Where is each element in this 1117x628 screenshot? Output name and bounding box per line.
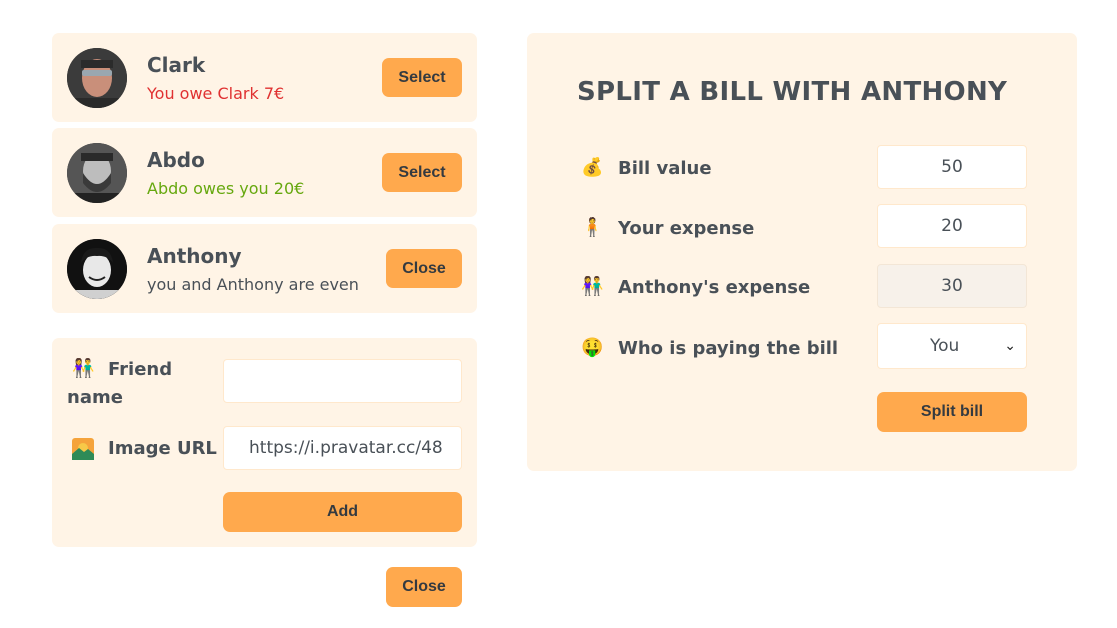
bill-value-label: Bill value	[618, 158, 712, 179]
split-bill-form: SPLIT A BILL WITH ANTHONY 💰 Bill value 5…	[527, 33, 1077, 471]
people-icon: 👫	[72, 358, 95, 379]
friend-avatar	[67, 48, 127, 108]
image-url-label: Image URL	[108, 438, 217, 459]
split-bill-title: SPLIT A BILL WITH ANTHONY	[577, 77, 1008, 107]
people-icon: 👫	[581, 276, 604, 297]
close-friend-button[interactable]: Close	[386, 249, 462, 288]
friend-name: Clark	[147, 53, 206, 77]
friend-name-label-line2: name	[67, 387, 123, 408]
select-friend-button[interactable]: Select	[382, 153, 462, 192]
friend-item-anthony: Anthony you and Anthony are even Close	[52, 224, 477, 313]
friend-item-clark: Clark You owe Clark 7€ Select	[52, 33, 477, 122]
friend-name-input[interactable]	[223, 359, 462, 403]
person-standing-icon: 🧍	[581, 217, 604, 238]
money-bag-icon: 💰	[581, 157, 604, 178]
money-mouth-face-icon: 🤑	[581, 337, 604, 358]
friend-expense-label: Anthony's expense	[618, 277, 811, 298]
friend-name: Abdo	[147, 148, 205, 172]
friend-balance-status: you and Anthony are even	[147, 275, 359, 294]
your-expense-label: Your expense	[618, 218, 755, 239]
bill-value-input[interactable]: 50	[877, 145, 1027, 189]
friend-name-label: Friend	[108, 359, 173, 380]
image-url-input[interactable]: https://i.pravatar.cc/48	[223, 426, 462, 470]
friend-name: Anthony	[147, 244, 242, 268]
split-bill-button[interactable]: Split bill	[877, 392, 1027, 432]
select-friend-button[interactable]: Select	[382, 58, 462, 97]
chevron-down-icon: ⌄	[1004, 338, 1016, 354]
friend-item-abdo: Abdo Abdo owes you 20€ Select	[52, 128, 477, 217]
payer-selected-value: You	[930, 336, 960, 356]
friend-avatar	[67, 143, 127, 203]
friend-balance-status: Abdo owes you 20€	[147, 179, 305, 198]
friend-avatar	[67, 239, 127, 299]
your-expense-input[interactable]: 20	[877, 204, 1027, 248]
friend-balance-status: You owe Clark 7€	[147, 84, 285, 103]
add-friend-form: 👫 Friend name Image URL https://i.pravat…	[52, 338, 477, 547]
close-form-button[interactable]: Close	[386, 567, 462, 607]
image-icon	[72, 438, 94, 464]
add-friend-button[interactable]: Add	[223, 492, 462, 532]
who-is-paying-label: Who is paying the bill	[618, 338, 839, 359]
friend-expense-input: 30	[877, 264, 1027, 308]
payer-select[interactable]: You ⌄	[877, 323, 1027, 369]
